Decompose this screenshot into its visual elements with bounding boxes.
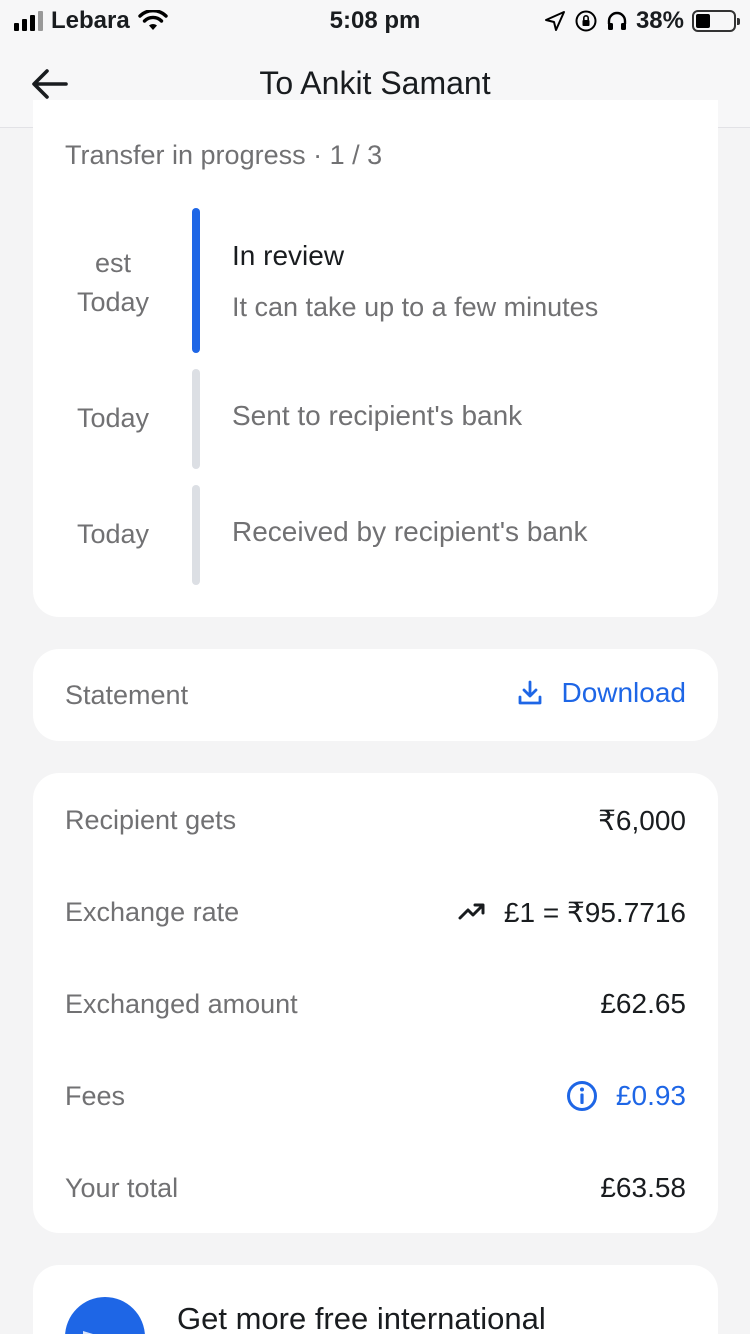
step-date-prefix: est xyxy=(94,248,132,278)
detail-row-exchange-rate: Exchange rate £1 = ₹95.7716 xyxy=(65,892,686,932)
battery-percent: 38% xyxy=(635,7,684,34)
battery-icon xyxy=(692,10,740,32)
promo-text: Get more free international xyxy=(177,1301,546,1334)
progress-step-sent: Today Sent to recipient's bank xyxy=(33,369,718,469)
step-indicator xyxy=(192,369,200,469)
download-label: Download xyxy=(561,677,686,708)
row-label: Your total xyxy=(65,1172,179,1203)
row-value: £63.58 xyxy=(600,1172,686,1203)
row-value-text: £1 = ₹95.7716 xyxy=(503,896,686,928)
step-date-value: Today xyxy=(76,287,150,317)
step-indicator xyxy=(192,485,200,585)
step-title: Received by recipient's bank xyxy=(232,516,588,547)
info-icon xyxy=(566,1081,597,1111)
progress-title: Transfer in progress · 1 / 3 xyxy=(65,140,383,170)
detail-row-fees: Fees £0.93 xyxy=(65,1076,686,1116)
trending-up-icon xyxy=(458,903,485,920)
location-arrow-icon xyxy=(544,11,565,31)
headphones-icon xyxy=(607,11,627,30)
row-value: ₹6,000 xyxy=(598,804,686,836)
step-date: est Today xyxy=(33,244,193,322)
row-label: Recipient gets xyxy=(65,804,237,835)
step-subtitle: It can take up to a few minutes xyxy=(232,292,599,322)
page-title: To Ankit Samant xyxy=(259,65,491,101)
row-label: Fees xyxy=(65,1080,126,1111)
transfer-progress-card: Transfer in progress · 1 / 3 est Today I… xyxy=(33,100,718,617)
orientation-lock-icon xyxy=(575,10,597,32)
status-bar: Lebara 5:08 pm 38% xyxy=(0,0,750,40)
detail-row-recipient-gets: Recipient gets ₹6,000 xyxy=(65,800,686,840)
step-indicator-active xyxy=(192,208,200,353)
download-icon xyxy=(519,680,542,705)
exchange-rate-value[interactable]: £1 = ₹95.7716 xyxy=(458,896,686,929)
promo-play-icon xyxy=(65,1297,145,1334)
fees-button[interactable]: £0.93 xyxy=(566,1080,686,1112)
progress-step-in-review: est Today In review It can take up to a … xyxy=(33,208,718,353)
battery-level xyxy=(696,14,710,28)
step-title: Sent to recipient's bank xyxy=(232,400,523,431)
download-button[interactable]: Download xyxy=(517,677,686,709)
row-value-text: £0.93 xyxy=(615,1080,686,1111)
transfer-details-card: Recipient gets ₹6,000 Exchange rate £1 =… xyxy=(33,773,718,1233)
row-label: Exchange rate xyxy=(65,896,240,927)
detail-row-exchanged-amount: Exchanged amount £62.65 xyxy=(65,984,686,1024)
row-value: £62.65 xyxy=(600,988,686,1019)
row-label: Exchanged amount xyxy=(65,988,298,1019)
detail-row-your-total: Your total £63.58 xyxy=(65,1168,686,1208)
step-date: Today xyxy=(76,403,150,433)
step-date: Today xyxy=(76,519,150,549)
progress-step-received: Today Received by recipient's bank xyxy=(33,485,718,585)
status-right: 38% xyxy=(544,7,740,35)
statement-card: Statement Download xyxy=(33,649,718,741)
statement-label: Statement xyxy=(65,680,189,710)
promo-card[interactable]: Get more free international xyxy=(33,1265,718,1334)
play-icon xyxy=(83,1331,93,1334)
step-title: In review xyxy=(232,240,345,271)
